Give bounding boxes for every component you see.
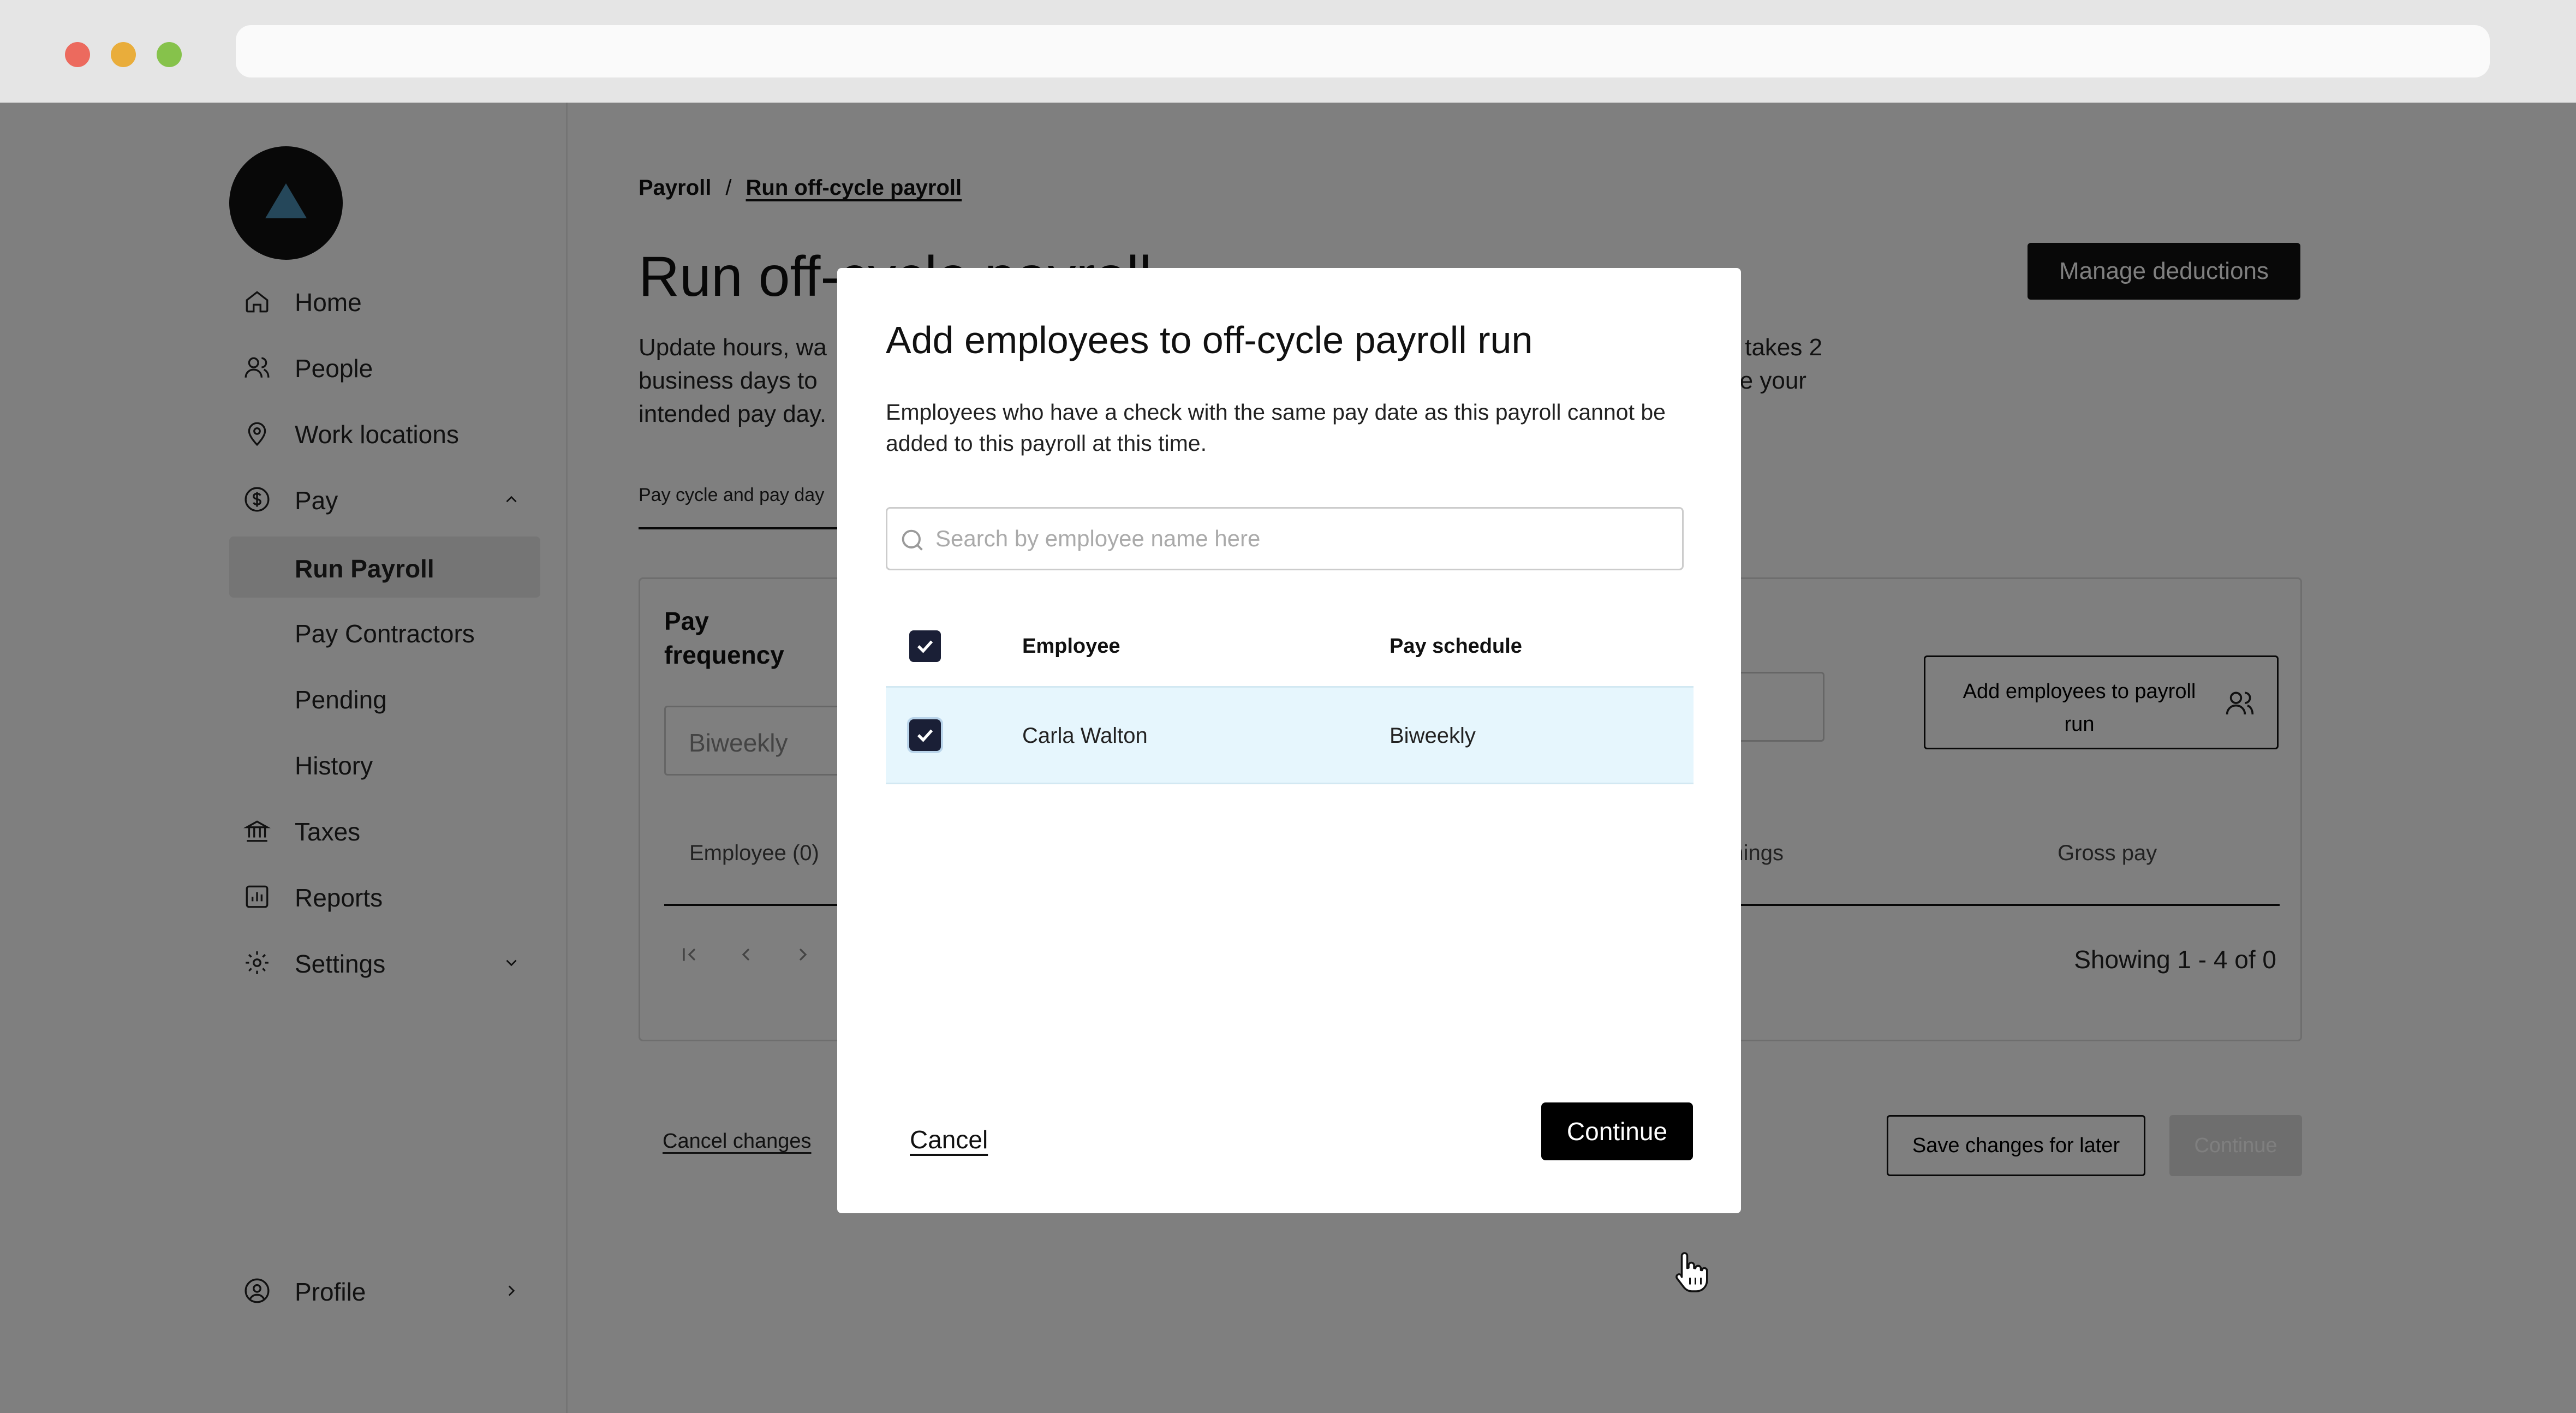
modal-title: Add employees to off-cycle payroll run bbox=[886, 319, 1533, 361]
hand-pointer-cursor-icon bbox=[1675, 1252, 1708, 1292]
app-viewport: Home People Work locations Pay Run Payro… bbox=[0, 103, 2576, 1413]
address-bar[interactable] bbox=[236, 25, 2490, 77]
browser-titlebar bbox=[0, 0, 2576, 103]
search-icon bbox=[902, 529, 923, 551]
minimize-window-button[interactable] bbox=[111, 42, 136, 67]
close-window-button[interactable] bbox=[65, 42, 90, 67]
modal-description: Employees who have a check with the same… bbox=[886, 400, 1666, 456]
employee-name: Carla Walton bbox=[1022, 724, 1148, 748]
column-header-pay-schedule: Pay schedule bbox=[1390, 635, 1522, 658]
checkmark-icon bbox=[917, 729, 933, 742]
modal-table-header: Employee Pay schedule bbox=[886, 606, 1694, 686]
pay-schedule-value: Biweekly bbox=[1390, 724, 1476, 748]
checkmark-icon bbox=[917, 640, 933, 653]
employee-search-input[interactable] bbox=[935, 520, 1667, 558]
select-all-checkbox[interactable] bbox=[909, 630, 941, 662]
column-header-employee: Employee bbox=[1022, 635, 1120, 658]
modal-cancel-button[interactable]: Cancel bbox=[910, 1125, 988, 1154]
modal-continue-button[interactable]: Continue bbox=[1541, 1102, 1693, 1160]
add-employees-modal: Add employees to off-cycle payroll run E… bbox=[837, 268, 1741, 1213]
employee-search bbox=[886, 507, 1684, 570]
maximize-window-button[interactable] bbox=[157, 42, 182, 67]
row-checkbox[interactable] bbox=[909, 719, 941, 751]
table-row[interactable]: Carla Walton Biweekly bbox=[886, 686, 1694, 784]
